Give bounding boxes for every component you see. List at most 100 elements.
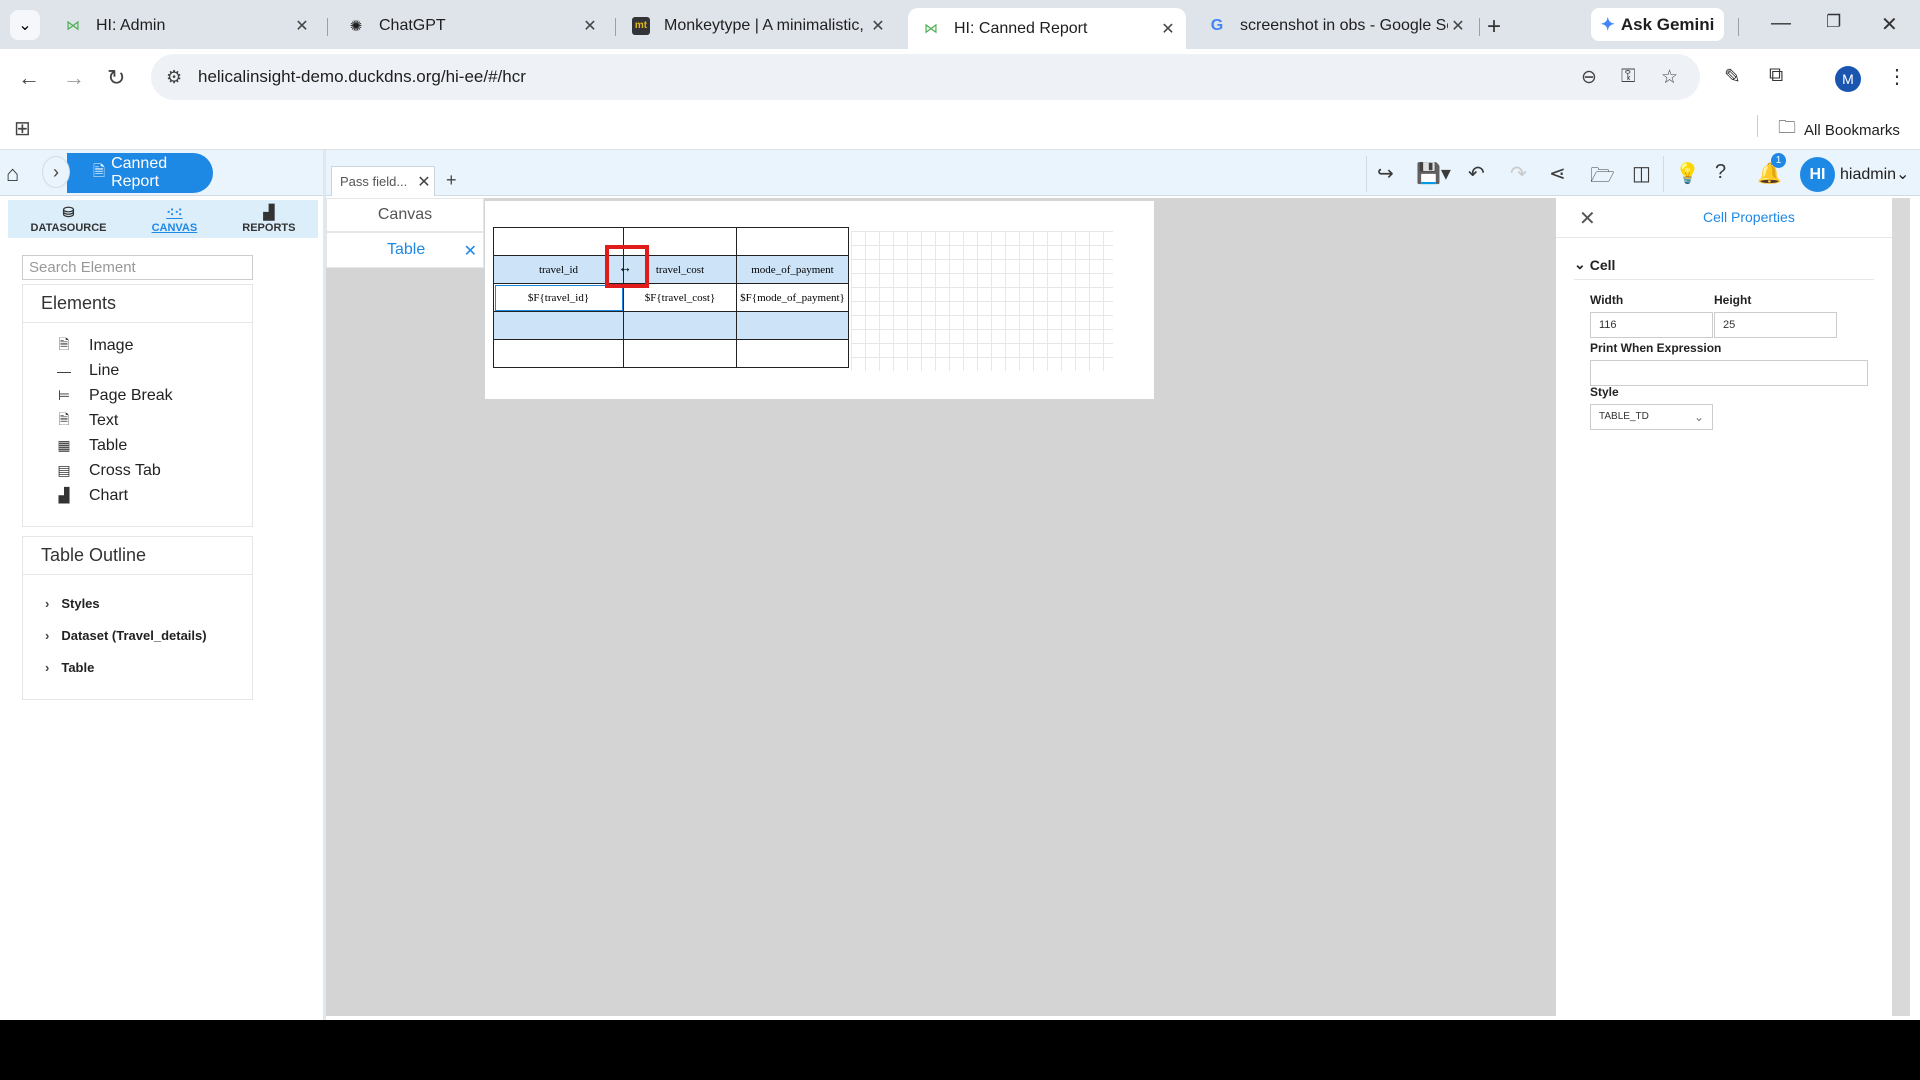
report-page[interactable]: travel_id travel_cost mode_of_payment $F…	[485, 201, 1154, 399]
elements-title: Elements	[23, 285, 252, 323]
page-break-icon: ⊨	[57, 387, 71, 403]
outline-styles[interactable]: › Styles	[23, 587, 252, 619]
element-chart[interactable]: ▟ Chart	[23, 483, 252, 508]
table-cell[interactable]	[736, 339, 849, 368]
element-line[interactable]: — Line	[23, 358, 252, 383]
close-tab-icon[interactable]: ✕	[868, 16, 888, 36]
outline-table[interactable]: › Table	[23, 651, 252, 683]
browser-tab-hi-admin[interactable]: ⋈ HI: Admin ✕	[50, 8, 320, 43]
print-when-expression-field[interactable]	[1590, 360, 1868, 386]
tab-reports[interactable]: ▟ REPORTS	[242, 200, 295, 238]
field-cell-mode-of-payment[interactable]: $F{mode_of_payment}	[736, 283, 849, 312]
table-tab[interactable]: Table ✕	[326, 232, 484, 268]
bookmarks-bar: ⊞ 🗀 All Bookmarks	[0, 107, 1920, 150]
breadcrumb-canned-report[interactable]: 🗎 Canned Report	[67, 153, 213, 193]
element-cross-tab[interactable]: ▤ Cross Tab	[23, 458, 252, 483]
report-tab[interactable]: Pass field... ✕	[331, 166, 435, 196]
table-cell[interactable]	[736, 227, 849, 256]
close-window-icon[interactable]: ✕	[1881, 12, 1898, 37]
canvas-label[interactable]: Canvas	[326, 198, 484, 232]
new-tab-button[interactable]: +	[1487, 13, 1501, 41]
browser-menu-icon[interactable]: ⋮	[1887, 64, 1907, 89]
element-table[interactable]: ▦ Table	[23, 433, 252, 458]
zoom-out-icon[interactable]: ⊖	[1581, 66, 1597, 89]
close-table-icon[interactable]: ✕	[464, 241, 477, 261]
tab-canvas[interactable]: ⁖⁖ CANVAS	[152, 200, 198, 238]
table-cell[interactable]	[493, 339, 624, 368]
gemini-sparkle-icon: ✦	[1600, 14, 1615, 34]
address-bar[interactable]: ⚙ helicalinsight-demo.duckdns.org/hi-ee/…	[151, 54, 1700, 100]
ask-gemini-button[interactable]: ✦ Ask Gemini	[1591, 8, 1724, 41]
table-cell[interactable]	[493, 311, 624, 340]
canvas-side-panel: Canvas Table ✕	[326, 198, 484, 1016]
table-cell[interactable]	[623, 339, 737, 368]
minimize-window-icon[interactable]: —	[1771, 12, 1791, 35]
header-cell-mode-of-payment[interactable]: mode_of_payment	[736, 255, 849, 284]
close-tab-icon[interactable]: ✕	[1448, 16, 1468, 36]
close-tab-icon[interactable]: ✕	[580, 16, 600, 36]
breadcrumb-chevron-icon[interactable]: ›	[42, 156, 70, 188]
browser-tab-chatgpt[interactable]: ✺ ChatGPT ✕	[333, 8, 608, 43]
close-tab-icon[interactable]: ✕	[292, 16, 312, 36]
site-settings-icon[interactable]: ⚙	[166, 67, 182, 88]
export-folder-icon[interactable]: 🗁	[1590, 161, 1615, 195]
text-file-icon: 🗎	[58, 410, 70, 427]
element-page-break[interactable]: ⊨ Page Break	[23, 383, 252, 408]
browser-tab-monkeytype[interactable]: mt Monkeytype | A minimalistic, c ✕	[618, 8, 896, 43]
user-menu[interactable]: hiadmin⌄	[1840, 164, 1909, 184]
canvas-grid	[851, 231, 1113, 371]
tab-datasource[interactable]: ⛁ DATASOURCE	[31, 200, 107, 238]
lightbulb-icon[interactable]: 💡	[1675, 161, 1700, 186]
header-cell-travel-id[interactable]: travel_id	[493, 255, 624, 284]
eyedropper-extension-icon[interactable]: ✎	[1724, 64, 1741, 89]
field-cell-travel-id[interactable]: $F{travel_id}	[493, 283, 624, 312]
browser-tab-google[interactable]: G screenshot in obs - Google Se ✕	[1194, 8, 1476, 43]
tab-search-button[interactable]: ⌄	[10, 10, 40, 40]
table-row	[493, 227, 849, 256]
outline-dataset[interactable]: › Dataset (Travel_details)	[23, 619, 252, 651]
height-field[interactable]: 25	[1714, 312, 1837, 338]
table-cell[interactable]	[493, 227, 624, 256]
add-report-tab-button[interactable]: +	[446, 170, 457, 191]
user-avatar[interactable]: HI	[1800, 157, 1835, 192]
save-dropdown-icon[interactable]: 💾▾	[1416, 161, 1451, 186]
redirect-arrow-icon[interactable]: ↪	[1377, 161, 1394, 186]
element-image[interactable]: 🗎 Image	[23, 333, 252, 358]
forward-arrow-icon[interactable]: →	[63, 65, 85, 91]
cell-section-toggle[interactable]: ⌄ Cell	[1574, 256, 1615, 273]
chevron-right-icon: ›	[45, 659, 50, 675]
close-report-tab-icon[interactable]: ✕	[417, 172, 430, 192]
left-panel-tabs: ⛁ DATASOURCE ⁖⁖ CANVAS ▟ REPORTS	[8, 200, 318, 238]
chevron-down-icon: ⌄	[1896, 166, 1910, 183]
width-field[interactable]: 116	[1590, 312, 1713, 338]
style-select[interactable]: TABLE_TD ⌄	[1590, 404, 1713, 430]
browser-tab-canned-report[interactable]: ⋈ HI: Canned Report ✕	[908, 8, 1186, 49]
back-arrow-icon[interactable]: ←	[18, 65, 40, 91]
bar-chart-icon: ▟	[263, 204, 275, 220]
bookmark-star-icon[interactable]: ☆	[1661, 66, 1678, 89]
share-icon[interactable]: ⋖	[1549, 161, 1566, 186]
close-tab-icon[interactable]: ✕	[1158, 19, 1178, 39]
layout-toggle-icon[interactable]: ◫	[1632, 161, 1651, 186]
extensions-puzzle-icon[interactable]: ⧉	[1769, 64, 1783, 87]
help-icon[interactable]: ?	[1715, 161, 1726, 184]
home-icon[interactable]: ⌂	[6, 161, 19, 187]
apps-grid-icon[interactable]: ⊞	[14, 116, 31, 141]
all-bookmarks-button[interactable]: 🗀 All Bookmarks	[1778, 115, 1900, 145]
vertical-scrollbar[interactable]	[1892, 198, 1910, 1016]
redo-icon[interactable]: ↷	[1510, 161, 1527, 186]
restore-window-icon[interactable]: ❐	[1826, 12, 1841, 32]
report-table[interactable]: travel_id travel_cost mode_of_payment $F…	[493, 227, 849, 368]
close-properties-icon[interactable]: ✕	[1579, 206, 1596, 231]
search-element-input[interactable]: Search Element	[22, 255, 253, 280]
folder-icon: 🗀	[1778, 117, 1796, 137]
password-key-icon[interactable]: ⚿	[1621, 66, 1635, 88]
table-cell[interactable]	[736, 311, 849, 340]
undo-icon[interactable]: ↶	[1468, 161, 1485, 186]
element-text[interactable]: 🗎 Text	[23, 408, 252, 433]
column-resize-cursor-icon[interactable]: ↔	[618, 259, 632, 275]
profile-avatar[interactable]: M	[1835, 66, 1861, 92]
reload-icon[interactable]: ↻	[107, 65, 125, 91]
table-cell[interactable]	[623, 311, 737, 340]
browser-tab-strip: ⌄ ⋈ HI: Admin ✕ ✺ ChatGPT ✕ mt Monkeytyp…	[0, 0, 1920, 49]
